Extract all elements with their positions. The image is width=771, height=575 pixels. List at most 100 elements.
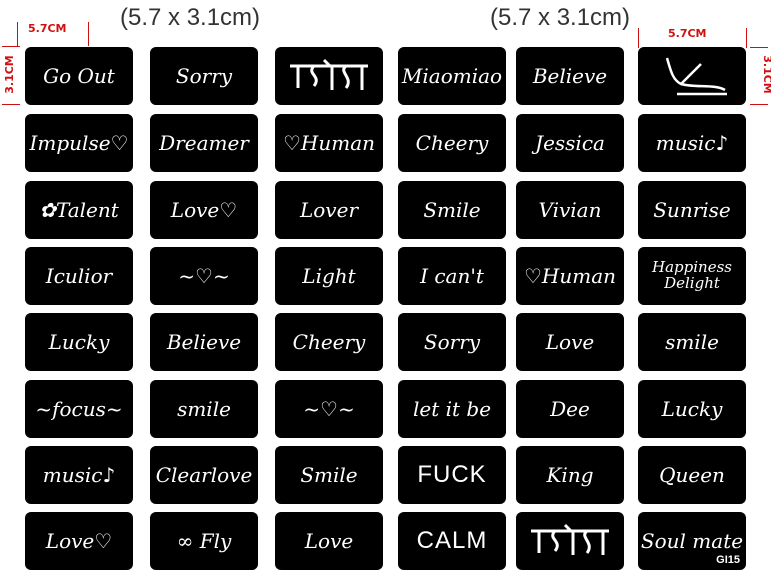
stencil-card: smile: [638, 313, 746, 371]
stencil-text: Iculior: [45, 263, 113, 288]
stencil-card: Clearlove: [150, 446, 258, 504]
stencil-text: Sorry: [175, 63, 233, 88]
height-dimension-left: 3.1CM: [2, 55, 16, 94]
stencil-card: smile: [150, 380, 258, 438]
stencil-text: smile: [665, 329, 719, 354]
tibetan-script-glyph: [290, 58, 368, 90]
stencil-card: FUCK: [398, 446, 506, 504]
stencil-card: Happiness Delight: [638, 247, 746, 305]
stencil-card: Lucky: [638, 380, 746, 438]
stencil-text: music♪: [42, 462, 116, 487]
stencil-text: Go Out: [43, 63, 115, 88]
stencil-text: Miaomiao: [401, 63, 503, 88]
dimension-line: [746, 28, 747, 48]
stencil-text: Believe: [532, 63, 608, 88]
stencil-text: ♡Human: [523, 263, 617, 288]
stencil-text: Soul mate: [640, 528, 744, 553]
stencil-card: Love♡: [25, 512, 133, 570]
stencil-card: Sorry: [150, 47, 258, 105]
stencil-card: Lucky: [25, 313, 133, 371]
stencil-text: Lucky: [661, 396, 723, 421]
stencil-text: Lover: [299, 197, 359, 222]
stencil-text: Cheery: [415, 130, 489, 155]
stencil-text: I can't: [420, 263, 484, 288]
width-dimension-left: 5.7CM: [28, 22, 67, 35]
stencil-text: Smile: [300, 462, 358, 487]
stencil-text: Sorry: [423, 329, 481, 354]
dimension-line: [638, 28, 639, 48]
stencil-text: ~♡~: [178, 263, 230, 288]
stencil-card: Love: [516, 313, 624, 371]
stencil-text: ~focus~: [35, 396, 123, 421]
stencil-text: Dreamer: [159, 130, 249, 155]
size-label-right: (5.7 x 3.1cm): [490, 4, 631, 31]
stencil-text: ∞ Fly: [176, 528, 232, 553]
stencil-card: Love: [275, 512, 383, 570]
stencil-text: CALM: [416, 527, 488, 555]
stencil-card: Go Out: [25, 47, 133, 105]
stencil-card: Light: [275, 247, 383, 305]
stencil-text: Believe: [166, 329, 242, 354]
dimension-line: [750, 47, 768, 48]
stencil-card: ~focus~: [25, 380, 133, 438]
stencil-text: Cheery: [292, 329, 366, 354]
stencil-text: Dee: [550, 396, 590, 421]
stencil-text: Love♡: [170, 197, 238, 222]
stencil-card: Believe: [150, 313, 258, 371]
stencil-card: [516, 512, 624, 570]
height-dimension-right: 3.1CM: [760, 55, 771, 94]
stencil-text: Clearlove: [155, 462, 253, 487]
stencil-card: music♪: [25, 446, 133, 504]
size-label-left: (5.7 x 3.1cm): [120, 4, 261, 31]
stencil-card: King: [516, 446, 624, 504]
stencil-text: smile: [177, 396, 231, 421]
stencil-card: ♡Human: [275, 114, 383, 172]
stencil-text: ~♡~: [303, 396, 355, 421]
dimension-line: [2, 46, 20, 47]
stencil-text: Love♡: [45, 528, 113, 553]
stencil-card: Sorry: [398, 313, 506, 371]
stencil-text: Jessica: [535, 130, 605, 155]
tibetan-script-glyph: [531, 523, 609, 555]
stencil-card: I can't: [398, 247, 506, 305]
stencil-card: CALM: [398, 512, 506, 570]
stencil-card: Dreamer: [150, 114, 258, 172]
stencil-card: music♪: [638, 114, 746, 172]
stencil-card: Believe: [516, 47, 624, 105]
dimension-line: [17, 22, 18, 46]
stencil-text: Love: [304, 528, 354, 553]
stencil-text: Smile: [423, 197, 481, 222]
stencil-card: Vivian: [516, 181, 624, 239]
stencil-card: Impulse♡: [25, 114, 133, 172]
width-dimension-right: 5.7CM: [668, 27, 707, 40]
stencil-text: Queen: [659, 462, 725, 487]
stencil-text: music♪: [655, 130, 729, 155]
stencil-card: Dee: [516, 380, 624, 438]
stencil-text: Love: [545, 329, 595, 354]
stencil-card: Cheery: [275, 313, 383, 371]
stencil-card: ✿Talent: [25, 181, 133, 239]
stencil-card: [275, 47, 383, 105]
stencil-card: Love♡: [150, 181, 258, 239]
stencil-text: FUCK: [417, 461, 487, 489]
stencil-text: ✿Talent: [39, 197, 119, 222]
stencil-text: Impulse♡: [29, 130, 129, 155]
stencil-card: Sunrise: [638, 181, 746, 239]
dimension-line: [88, 22, 89, 46]
stencil-card: Jessica: [516, 114, 624, 172]
stencil-text: ♡Human: [282, 130, 376, 155]
stencil-card: Lover: [275, 181, 383, 239]
stencil-text: Vivian: [538, 197, 602, 222]
stencil-card: Soul mate GI15: [638, 512, 746, 570]
dimension-line: [750, 104, 768, 105]
stencil-card: Smile: [275, 446, 383, 504]
bird-icon: [665, 57, 727, 96]
stencil-text: let it be: [412, 396, 492, 421]
stencil-text: Sunrise: [653, 197, 731, 222]
stencil-card: Cheery: [398, 114, 506, 172]
stencil-card: ♡Human: [516, 247, 624, 305]
stencil-card: Queen: [638, 446, 746, 504]
stencil-card: Smile: [398, 181, 506, 239]
stencil-text: Happiness Delight: [652, 258, 732, 292]
stencil-card: ~♡~: [275, 380, 383, 438]
